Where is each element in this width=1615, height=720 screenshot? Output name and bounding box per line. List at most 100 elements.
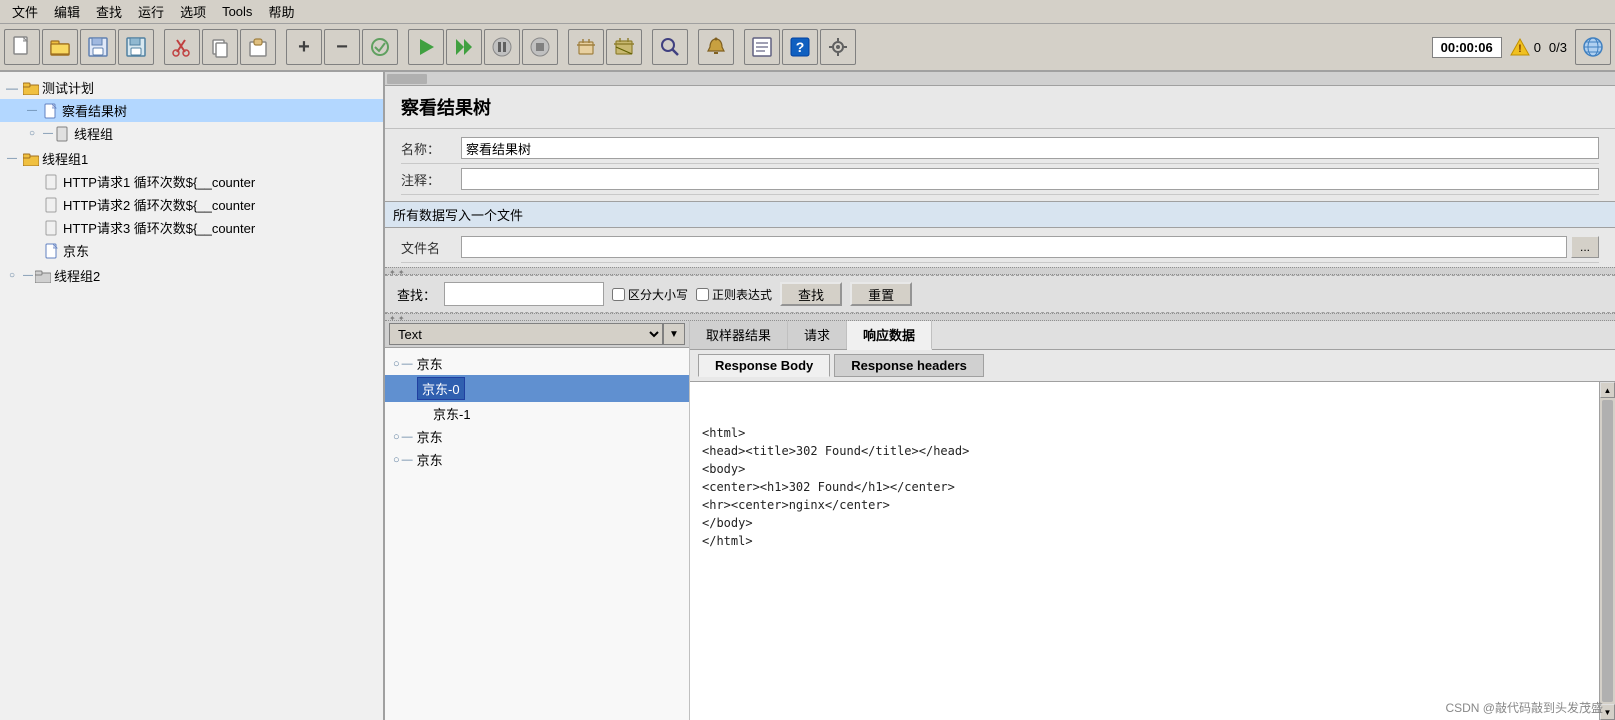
minus2-icon: — xyxy=(4,151,20,167)
left-tree-panel: — 测试计划 — 察看结果树 ○ — 线程 xyxy=(0,72,385,720)
case-sensitive-checkbox[interactable] xyxy=(612,288,625,301)
regex-checkbox[interactable] xyxy=(696,288,709,301)
case-sensitive-label[interactable]: 区分大小写 xyxy=(612,286,688,303)
tree-item-http1[interactable]: HTTP请求1 循环次数${__counter xyxy=(0,170,383,193)
search-input[interactable] xyxy=(444,282,604,306)
menu-help[interactable]: 帮助 xyxy=(260,0,302,23)
menu-options[interactable]: 选项 xyxy=(172,0,214,23)
file-icon xyxy=(43,103,59,119)
result-item-jd2[interactable]: ○ — 京东 xyxy=(385,425,689,448)
clear-results-button[interactable] xyxy=(568,29,604,65)
minus-icon: — xyxy=(4,80,20,96)
menu-file[interactable]: 文件 xyxy=(4,0,46,23)
copy-button[interactable] xyxy=(202,29,238,65)
sub-tab-response-headers[interactable]: Response headers xyxy=(834,354,984,377)
right-scrollbar[interactable]: ▲ ▼ xyxy=(1599,382,1615,720)
dropdown-arrow[interactable]: ▼ xyxy=(663,323,685,345)
regex-label[interactable]: 正则表达式 xyxy=(696,286,772,303)
tree-label-jd: 京东 xyxy=(63,241,89,260)
reset-button[interactable]: 重置 xyxy=(850,282,912,306)
list-button[interactable] xyxy=(744,29,780,65)
tree-item-test-plan[interactable]: — 测试计划 xyxy=(0,76,383,99)
name-input[interactable] xyxy=(461,137,1599,159)
warning-icon: ! xyxy=(1510,37,1530,57)
response-body-text: <html> <head><title>302 Found</title></h… xyxy=(694,416,1595,558)
result-label-jd1: 京东 xyxy=(417,354,443,373)
result-label-jd1b: 京东-1 xyxy=(433,404,471,423)
tree-item-http2[interactable]: HTTP请求2 循环次数${__counter xyxy=(0,193,383,216)
comment-row: 注释： xyxy=(401,164,1599,195)
tree-item-view-results[interactable]: — 察看结果树 xyxy=(0,99,383,122)
tree-item-http3[interactable]: HTTP请求3 循环次数${__counter xyxy=(0,216,383,239)
menu-edit[interactable]: 编辑 xyxy=(46,0,88,23)
tab-request[interactable]: 请求 xyxy=(788,321,847,349)
tree-label-http2: HTTP请求2 循环次数${__counter xyxy=(63,195,255,214)
add-element-button[interactable]: + xyxy=(286,29,322,65)
sub-tab-response-body[interactable]: Response Body xyxy=(698,354,830,377)
paste-button[interactable] xyxy=(240,29,276,65)
tab-sampler-result[interactable]: 取样器结果 xyxy=(690,321,788,349)
tree-item-jd[interactable]: 京东 xyxy=(0,239,383,262)
start-button[interactable] xyxy=(408,29,444,65)
folder-icon xyxy=(23,80,39,96)
minus3-icon: — xyxy=(402,358,413,370)
result-item-jd0[interactable]: 京东-0 xyxy=(385,375,689,402)
tree-item-thread-group1[interactable]: — 线程组1 xyxy=(0,147,383,170)
result-item-jd1b[interactable]: 京东-1 xyxy=(385,402,689,425)
browse-button[interactable]: ... xyxy=(1571,236,1599,258)
circle5-icon: ○ xyxy=(393,454,400,466)
results-right: 取样器结果 请求 响应数据 Response Body Response hea… xyxy=(690,321,1615,720)
scrollbar-up-btn[interactable]: ▲ xyxy=(1600,382,1615,398)
folder3-icon xyxy=(35,268,51,284)
top-scrollbar[interactable] xyxy=(385,72,1615,86)
filename-input[interactable] xyxy=(461,236,1567,258)
response-content[interactable]: <html> <head><title>302 Found</title></h… xyxy=(690,382,1599,720)
pause-button[interactable] xyxy=(484,29,520,65)
clear-element-button[interactable] xyxy=(362,29,398,65)
tree-item-thread-group[interactable]: ○ — 线程组 xyxy=(0,122,383,145)
search-button[interactable] xyxy=(652,29,688,65)
results-tree-header: Text ▼ xyxy=(385,321,689,348)
tree-item-thread-group2[interactable]: ○ — 线程组2 xyxy=(0,264,383,287)
new-button[interactable] xyxy=(4,29,40,65)
regex-text: 正则表达式 xyxy=(712,286,772,303)
scrollbar-thumb[interactable] xyxy=(1602,400,1613,702)
page4-icon xyxy=(44,243,60,259)
comment-input[interactable] xyxy=(461,168,1599,190)
tree-label-view-results: 察看结果树 xyxy=(62,101,127,120)
remove-element-button[interactable]: − xyxy=(324,29,360,65)
clear-all-button[interactable] xyxy=(606,29,642,65)
circle4-icon: ○ xyxy=(393,431,400,443)
form-section: 名称： 注释： xyxy=(385,129,1615,199)
right-panel: 察看结果树 名称： 注释： 所有数据写入一个文件 文件名 ... ✦ ✦ xyxy=(385,72,1615,720)
find-button[interactable]: 查找 xyxy=(780,282,842,306)
bell-button[interactable] xyxy=(698,29,734,65)
start-no-pause-button[interactable] xyxy=(446,29,482,65)
dotted-separator2: ✦ ✦ xyxy=(385,313,1615,321)
tab-response-data[interactable]: 响应数据 xyxy=(847,321,932,350)
menu-find[interactable]: 查找 xyxy=(88,0,130,23)
view-type-dropdown[interactable]: Text xyxy=(389,323,663,345)
content-spacer xyxy=(694,386,1595,416)
results-area: Text ▼ ○ — 京东 京东-0 xyxy=(385,321,1615,720)
help-button[interactable]: ? xyxy=(782,29,818,65)
result-item-jd3[interactable]: ○ — 京东 xyxy=(385,448,689,471)
tree-label-http3: HTTP请求3 循环次数${__counter xyxy=(63,218,255,237)
settings-button[interactable] xyxy=(820,29,856,65)
tree-root: — 测试计划 — 察看结果树 ○ — 线程 xyxy=(0,72,383,291)
results-tree: Text ▼ ○ — 京东 京东-0 xyxy=(385,321,690,720)
menu-run[interactable]: 运行 xyxy=(130,0,172,23)
cut-button[interactable] xyxy=(164,29,200,65)
save-button[interactable] xyxy=(118,29,154,65)
panel-title: 察看结果树 xyxy=(385,86,1615,129)
section-header: 所有数据写入一个文件 xyxy=(385,201,1615,228)
open-button[interactable] xyxy=(42,29,78,65)
globe-button[interactable] xyxy=(1575,29,1611,65)
result-item-jd1[interactable]: ○ — 京东 xyxy=(385,352,689,375)
search-label: 查找： xyxy=(397,285,436,304)
page1-icon xyxy=(44,174,60,190)
save-as-button[interactable] xyxy=(80,29,116,65)
filename-section: 文件名 ... xyxy=(385,228,1615,267)
stop-button[interactable] xyxy=(522,29,558,65)
menu-tools[interactable]: Tools xyxy=(214,2,260,21)
